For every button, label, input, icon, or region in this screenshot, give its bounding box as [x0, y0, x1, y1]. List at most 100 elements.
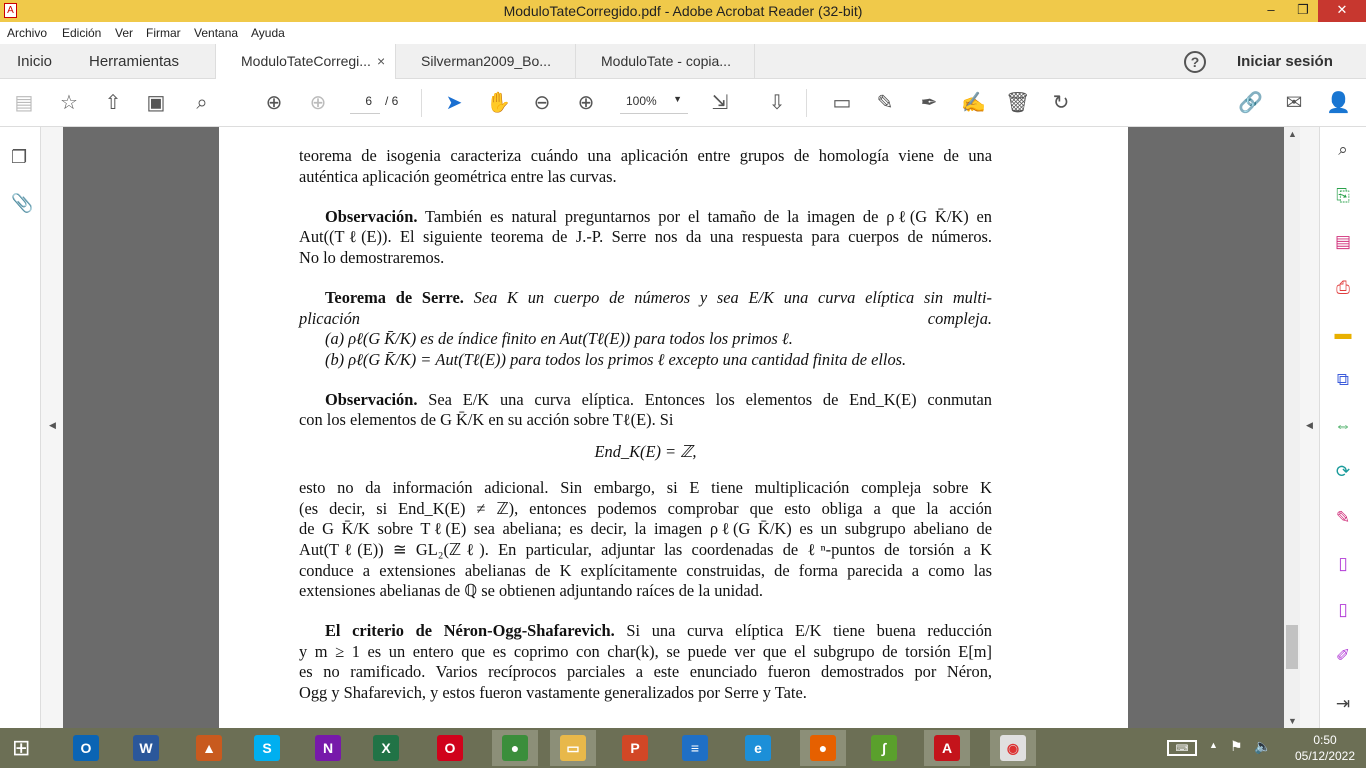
scroll-mode-icon[interactable]: ⇩	[765, 91, 789, 115]
zoom-search-icon[interactable]: ⌕	[1332, 139, 1354, 161]
protect-icon[interactable]: ▯	[1332, 553, 1354, 575]
divider	[806, 89, 807, 117]
email-icon[interactable]: ✉	[1282, 91, 1306, 115]
delete-icon[interactable]: 🗑	[1005, 91, 1030, 115]
fill-sign-tool-icon[interactable]: ✎	[1332, 507, 1354, 529]
taskbar-app-outlook[interactable]: O	[63, 730, 109, 766]
rotate-icon[interactable]: ↻	[1049, 91, 1073, 115]
taskbar-app-edge[interactable]: e	[735, 730, 781, 766]
zoom-out-icon[interactable]: ⊖	[530, 91, 554, 115]
collapse-left-arrow-icon[interactable]: ◀	[49, 420, 56, 431]
search-icon[interactable]: ⌕	[190, 91, 214, 115]
page-number-input[interactable]: 6	[350, 94, 380, 114]
menu-archivo[interactable]: Archivo	[7, 26, 47, 40]
sign-icon[interactable]: ✒	[917, 91, 941, 115]
menu-firmar[interactable]: Firmar	[146, 26, 181, 40]
left-pane-collapse[interactable]: ◀	[41, 127, 63, 728]
more-tools-icon[interactable]: ✐	[1332, 645, 1354, 667]
volume-icon[interactable]: 🔈	[1254, 738, 1271, 755]
restore-button[interactable]: ❐	[1288, 0, 1318, 22]
menu-ayuda[interactable]: Ayuda	[251, 26, 285, 40]
touch-keyboard-icon[interactable]: ⌨	[1167, 740, 1197, 756]
windows-start-icon[interactable]: ⊞	[12, 737, 30, 759]
tab-document[interactable]: Silverman2009_Bo...	[395, 44, 575, 79]
menu-ver[interactable]: Ver	[115, 26, 133, 40]
system-clock[interactable]: 0:50 05/12/2022	[1290, 732, 1360, 764]
upload-cloud-icon[interactable]: ⇧	[101, 91, 125, 115]
text-line: (b) ρℓ(G K̄/K) = Aut(Tℓ(E)) para todos l…	[299, 350, 992, 371]
fill-sign-icon[interactable]: ✍	[961, 91, 986, 115]
paragraph: esto no da información adicional. Sin em…	[299, 478, 992, 602]
minimize-button[interactable]: –	[1256, 0, 1286, 22]
highlight-pen-icon[interactable]: ✎	[873, 91, 897, 115]
compress-icon[interactable]: ⇔	[1332, 415, 1354, 437]
taskbar-app-recorder[interactable]: ◉	[990, 730, 1036, 766]
taskbar-app-opera[interactable]: O	[427, 730, 473, 766]
scroll-down-icon[interactable]: ▼	[1288, 716, 1297, 726]
fit-page-icon[interactable]: ⇲	[708, 91, 732, 115]
print-icon[interactable]: ▣	[144, 91, 168, 115]
menu-edicion[interactable]: Edición	[62, 26, 101, 40]
tab-inicio[interactable]: Inicio	[0, 44, 52, 79]
show-hidden-icons-icon[interactable]: ▲	[1209, 740, 1218, 750]
action-center-flag-icon[interactable]: ⚑	[1230, 738, 1243, 755]
scrollbar-thumb[interactable]	[1286, 625, 1298, 669]
export-pdf-icon[interactable]: ⎘	[1332, 185, 1354, 207]
help-icon[interactable]: ?	[1184, 51, 1206, 73]
right-pane-collapse[interactable]: ◀	[1300, 127, 1320, 728]
document-text: teorema de isogenia caracteriza cuándo u…	[299, 146, 992, 723]
bookmark-star-icon[interactable]: ☆	[57, 91, 81, 115]
taskbar-app-matlab[interactable]: ▲	[186, 730, 232, 766]
text-line: End_K(E) = ℤ,	[299, 442, 992, 463]
menu-ventana[interactable]: Ventana	[194, 26, 238, 40]
taskbar-app-chrome[interactable]: ●	[492, 730, 538, 766]
attachments-icon[interactable]: 📎	[11, 193, 33, 214]
taskbar-app-excel[interactable]: X	[363, 730, 409, 766]
tab-document[interactable]: ModuloTate - copia...	[575, 44, 755, 79]
collapse-tools-icon[interactable]: ⇥	[1332, 693, 1354, 715]
collapse-right-arrow-icon[interactable]: ◀	[1306, 420, 1313, 431]
close-tab-icon[interactable]: ×	[377, 44, 385, 79]
line-text: es no ramificado. Varios recíprocos parc…	[299, 662, 992, 682]
page-thumbnails-icon[interactable]: ❐	[11, 147, 27, 168]
close-button[interactable]: ✕	[1318, 0, 1366, 22]
taskbar-app-file-explorer[interactable]: ▭	[550, 730, 596, 766]
tab-herramientas[interactable]: Herramientas	[72, 44, 179, 79]
select-cursor-icon[interactable]: ➤	[442, 91, 466, 115]
taskbar-app-acrobat[interactable]: A	[924, 730, 970, 766]
taskbar-app-scanner[interactable]: ≡	[672, 730, 718, 766]
window-title: ModuloTateCorregido.pdf - Adobe Acrobat …	[503, 3, 863, 19]
comment-tool-icon[interactable]: ▬	[1332, 323, 1354, 345]
line-text: con los elementos de G K̄/K en su acción…	[299, 410, 674, 430]
tab-document-active[interactable]: ModuloTateCorregi... ×	[215, 44, 395, 80]
taskbar-app-word[interactable]: W	[123, 730, 169, 766]
hand-tool-icon[interactable]: ✋	[486, 91, 511, 115]
taskbar-app-skype[interactable]: S	[244, 730, 290, 766]
sign-in-button[interactable]: Iniciar sesión	[1237, 53, 1333, 70]
scanner-icon: ≡	[682, 735, 708, 761]
powerpoint-icon: P	[622, 735, 648, 761]
next-page-icon[interactable]: ⊕	[306, 91, 330, 115]
taskbar-app-onenote[interactable]: N	[305, 730, 351, 766]
comment-icon[interactable]: ▭	[830, 91, 854, 115]
line-text: y m ≥ 1 es un entero que es coprimo con …	[299, 641, 992, 661]
redact-icon[interactable]: ▯	[1332, 599, 1354, 621]
zoom-in-icon[interactable]: ⊕	[574, 91, 598, 115]
taskbar-app-firefox[interactable]: ●	[800, 730, 846, 766]
save-icon[interactable]: ▤	[12, 91, 36, 115]
firefox-icon: ●	[810, 735, 836, 761]
taskbar-app-geogebra-app[interactable]: ∫	[861, 730, 907, 766]
send-track-icon[interactable]: ⟳	[1332, 461, 1354, 483]
taskbar-app-powerpoint[interactable]: P	[612, 730, 658, 766]
paragraph: Teorema de Serre. Sea K un cuerpo de núm…	[299, 288, 992, 370]
combine-files-icon[interactable]: ⧉	[1332, 369, 1354, 391]
share-user-icon[interactable]: 👤	[1326, 91, 1351, 115]
create-pdf-icon[interactable]: ⎙	[1332, 277, 1354, 299]
zoom-select[interactable]: 100% ▼	[620, 94, 688, 114]
previous-page-icon[interactable]: ⊕	[262, 91, 286, 115]
paragraph-heading: El criterio de Néron-Ogg-Shafarevich.	[325, 621, 615, 641]
text-line: plicación compleja.	[299, 309, 992, 330]
organize-pages-icon[interactable]: ▤	[1332, 231, 1354, 253]
scroll-up-icon[interactable]: ▲	[1288, 129, 1297, 139]
share-link-icon[interactable]: 🔗	[1238, 91, 1263, 115]
